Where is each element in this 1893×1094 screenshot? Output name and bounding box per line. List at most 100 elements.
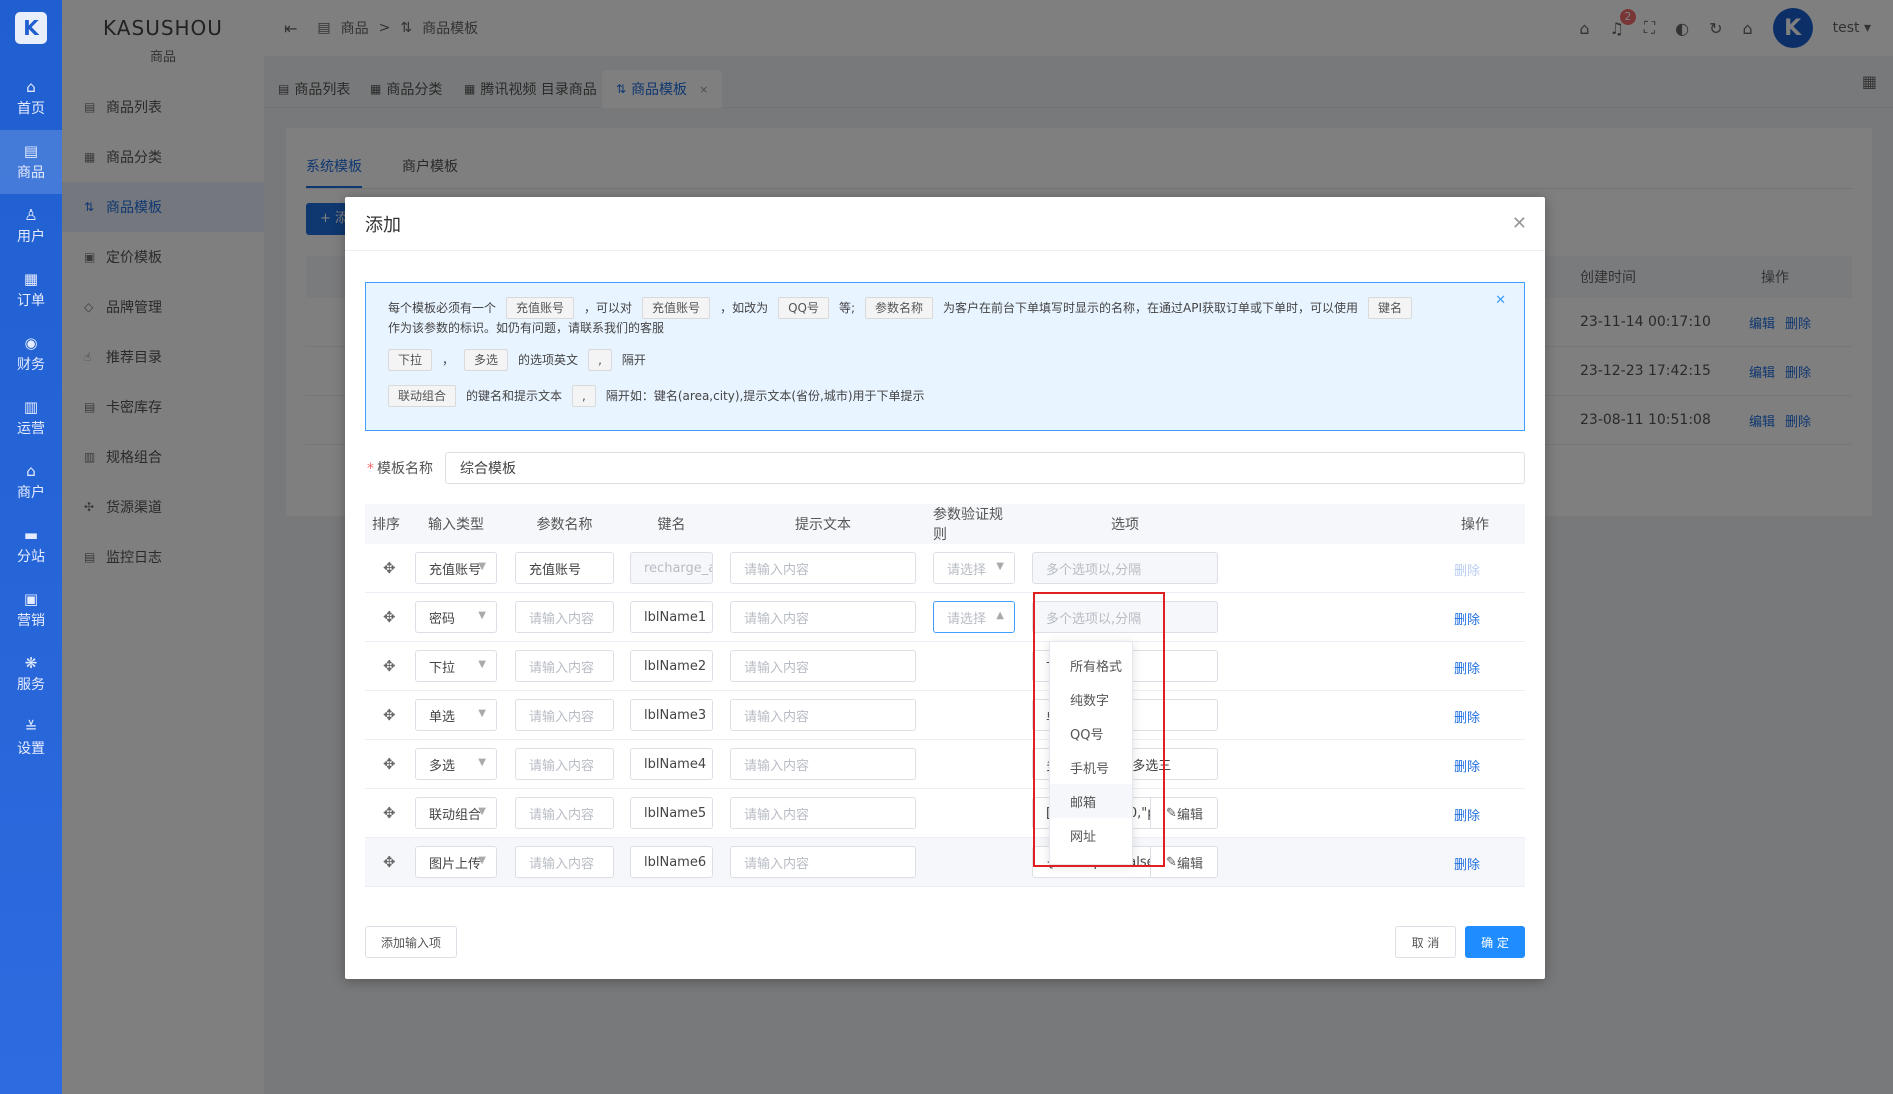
hint-text-input[interactable]: 请输入内容 xyxy=(730,601,916,633)
chevron-down-icon: ▼ xyxy=(478,610,486,621)
nav-item-4[interactable]: ◉ 财务 xyxy=(0,322,62,386)
delete-row-link[interactable]: 删除 xyxy=(1454,609,1480,628)
nav-item-5[interactable]: ▥ 运营 xyxy=(0,386,62,450)
nav-item-7[interactable]: ▬ 分站 xyxy=(0,514,62,578)
nav-label: 营销 xyxy=(17,612,45,629)
input-type-select[interactable]: 密码 ▼ xyxy=(415,601,497,633)
nav-item-9[interactable]: ❋ 服务 xyxy=(0,642,62,706)
nav-item-8[interactable]: ▣ 营销 xyxy=(0,578,62,642)
dialog-title: 添加 xyxy=(345,197,1545,251)
input-type-select[interactable]: 联动组合 ▼ xyxy=(415,797,497,829)
nav-icon: ⌂ xyxy=(26,461,36,480)
drag-handle-icon[interactable]: ✥ xyxy=(383,559,396,577)
column-header: 键名 xyxy=(657,517,686,533)
key-name-input[interactable]: lblName3 xyxy=(630,699,713,731)
drag-handle-icon[interactable]: ✥ xyxy=(383,804,396,822)
param-name-input[interactable]: 充值账号 xyxy=(515,552,614,584)
nav-label: 运营 xyxy=(17,420,45,437)
input-type-select[interactable]: 充值账号 ▼ xyxy=(415,552,497,584)
param-name-input[interactable]: 请输入内容 xyxy=(515,601,614,633)
chevron-down-icon: ▼ xyxy=(478,855,486,866)
delete-row-link[interactable]: 删除 xyxy=(1454,805,1480,824)
nav-item-3[interactable]: ▦ 订单 xyxy=(0,258,62,322)
nav-item-0[interactable]: ⌂ 首页 xyxy=(0,66,62,130)
drag-handle-icon[interactable]: ✥ xyxy=(383,608,396,626)
nav-item-6[interactable]: ⌂ 商户 xyxy=(0,450,62,514)
select-value: 单选 xyxy=(429,709,456,725)
delete-row-link[interactable]: 删除 xyxy=(1454,756,1480,775)
input-type-select[interactable]: 多选 ▼ xyxy=(415,748,497,780)
validation-rule-select[interactable]: 请选择 ▲ xyxy=(933,601,1015,633)
table-row: ✥充值账号▼充值账号recharge_ac请输入内容请选择▼多个选项以,分隔删除 xyxy=(365,544,1525,593)
select-value: 充值账号 xyxy=(429,562,482,578)
param-name-input[interactable]: 请输入内容 xyxy=(515,748,614,780)
chevron-down-icon: ▼ xyxy=(478,708,486,719)
param-name-input[interactable]: 请输入内容 xyxy=(515,797,614,829)
param-name-input[interactable]: 请输入内容 xyxy=(515,699,614,731)
key-name-input[interactable]: lblName4 xyxy=(630,748,713,780)
column-header: 参数名称 xyxy=(536,517,593,533)
nav-icon: ≚ xyxy=(24,717,38,736)
template-name-input[interactable]: 综合模板 xyxy=(445,452,1525,484)
nav-icon: ▦ xyxy=(23,269,39,288)
nav-label: 分站 xyxy=(17,548,45,565)
hint-text-input[interactable]: 请输入内容 xyxy=(730,699,916,731)
param-name-input[interactable]: 请输入内容 xyxy=(515,846,614,878)
nav-item-10[interactable]: ≚ 设置 xyxy=(0,706,62,770)
hint-text-input[interactable]: 请输入内容 xyxy=(730,748,916,780)
cancel-button[interactable]: 取 消 xyxy=(1395,926,1456,958)
input-type-select[interactable]: 图片上传 ▼ xyxy=(415,846,497,878)
table-row: ✥图片上传▼请输入内容lblName6请输入内容{"multiple":fals… xyxy=(365,838,1525,887)
options-input: 多个选项以,分隔 xyxy=(1032,552,1218,584)
delete-row-link[interactable]: 删除 xyxy=(1454,854,1480,873)
edit-label: 编辑 xyxy=(1176,807,1203,823)
column-header: 参数验证规则 xyxy=(933,507,1003,543)
nav-label: 订单 xyxy=(17,292,45,309)
column-header: 排序 xyxy=(372,517,400,533)
pencil-icon: ✎ xyxy=(1166,854,1177,870)
select-placeholder: 请选择 xyxy=(947,562,987,578)
add-input-button[interactable]: 添加输入项 xyxy=(365,926,457,958)
chevron-down-icon: ▼ xyxy=(478,561,486,572)
key-name-input[interactable]: lblName6 xyxy=(630,846,713,878)
highlight-box xyxy=(1033,592,1165,867)
nav-icon: ◉ xyxy=(24,333,38,352)
key-name-input[interactable]: lblName2 xyxy=(630,650,713,682)
nav-item-1[interactable]: ▤ 商品 xyxy=(0,130,62,194)
nav-icon: ▤ xyxy=(23,141,39,160)
template-name-row: * 模板名称 综合模板 xyxy=(365,452,1525,484)
column-header: 输入类型 xyxy=(428,517,484,533)
chevron-down-icon: ▼ xyxy=(996,561,1004,572)
key-name-input[interactable]: lblName5 xyxy=(630,797,713,829)
input-items-table: 排序 输入类型 参数名称 键名 提示文本 参数验证规则 选项 操作 ✥ 充值账号 ▼ 充值账号 rec… xyxy=(365,504,1525,887)
delete-row-link[interactable]: 删除 xyxy=(1454,658,1480,677)
select-value: 联动组合 xyxy=(429,807,482,823)
validation-rule-select[interactable]: 请选择 ▼ xyxy=(933,552,1015,584)
param-name-input[interactable]: 请输入内容 xyxy=(515,650,614,682)
input-type-select[interactable]: 下拉 ▼ xyxy=(415,650,497,682)
hint-text-input[interactable]: 请输入内容 xyxy=(730,846,916,878)
add-template-dialog: 添加 ✕ ✕ 每个模板必须有一个 充值账号 ，可以对 充值账号 ，如改为 QQ号 等;… xyxy=(345,197,1545,979)
delete-row-link[interactable]: 删除 xyxy=(1454,707,1480,726)
app-logo[interactable]: K xyxy=(15,12,47,44)
drag-handle-icon[interactable]: ✥ xyxy=(383,657,396,675)
confirm-button[interactable]: 确 定 xyxy=(1465,926,1525,958)
nav-icon: ▥ xyxy=(23,397,39,416)
icon-nav: K ⌂ 首页 ▤ 商品 ♙ 用户 ▦ 订单 ◉ 财务 ▥ 运营 ⌂ 商户 ▬ 分站 ▣ 营销 ❋ 服务 ≚ 设置 xyxy=(0,0,62,1094)
drag-handle-icon[interactable]: ✥ xyxy=(383,706,396,724)
edit-label: 编辑 xyxy=(1176,856,1203,872)
hint-text-input[interactable]: 请输入内容 xyxy=(730,650,916,682)
hint-text-input[interactable]: 请输入内容 xyxy=(730,797,916,829)
close-icon[interactable]: ✕ xyxy=(1512,213,1527,234)
nav-item-2[interactable]: ♙ 用户 xyxy=(0,194,62,258)
alert-close-icon[interactable]: ✕ xyxy=(1495,293,1506,308)
key-name-input[interactable]: lblName1 xyxy=(630,601,713,633)
input-type-select[interactable]: 单选 ▼ xyxy=(415,699,497,731)
select-value: 图片上传 xyxy=(429,856,482,872)
hint-text-input[interactable]: 请输入内容 xyxy=(730,552,916,584)
column-header: 选项 xyxy=(1111,517,1139,533)
chevron-up-icon: ▲ xyxy=(996,610,1004,621)
drag-handle-icon[interactable]: ✥ xyxy=(383,755,396,773)
chevron-down-icon: ▼ xyxy=(478,659,486,670)
drag-handle-icon[interactable]: ✥ xyxy=(383,853,396,871)
